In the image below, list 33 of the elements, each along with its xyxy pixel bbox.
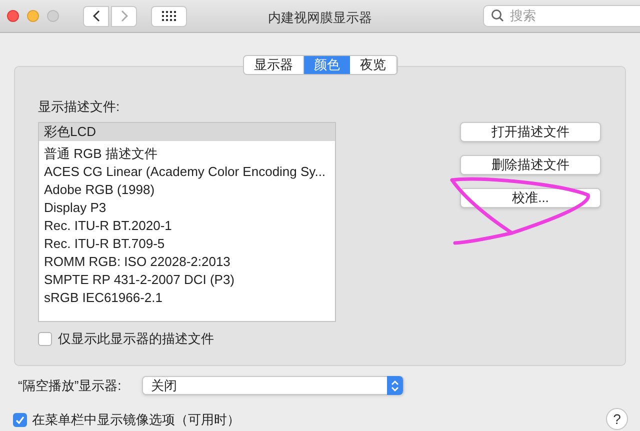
window-title: 内建视网膜显示器 <box>267 9 373 27</box>
help-button[interactable]: ? <box>606 408 628 430</box>
search-icon <box>491 9 504 22</box>
minimize-button[interactable] <box>27 10 39 22</box>
airplay-label: “隔空播放”显示器: <box>18 377 122 395</box>
profile-item[interactable]: Adobe RGB (1998) <box>39 181 335 199</box>
search-field[interactable]: 搜索 <box>483 4 640 26</box>
tab[interactable]: 颜色 <box>304 56 350 74</box>
profile-item[interactable]: ACES CG Linear (Academy Color Encoding Sy... <box>39 163 335 181</box>
checkbox-label: 仅显示此显示器的描述文件 <box>58 330 214 348</box>
close-button[interactable] <box>7 10 19 22</box>
grid-icon <box>162 11 176 21</box>
checkbox-label: 在菜单栏中显示镜像选项（可用时） <box>32 411 240 429</box>
airplay-popup[interactable]: 关闭 <box>142 376 404 396</box>
show-all-button[interactable] <box>151 6 187 26</box>
action-button[interactable]: 删除描述文件 <box>460 155 601 175</box>
action-button[interactable]: 校准... <box>460 188 601 208</box>
action-button[interactable]: 打开描述文件 <box>460 122 601 142</box>
profile-item[interactable]: sRGB IEC61966-2.1 <box>39 289 335 307</box>
profile-item[interactable]: ROMM RGB: ISO 22028-2:2013 <box>39 253 335 271</box>
chevron-left-icon <box>92 10 100 22</box>
profile-item[interactable]: Rec. ITU-R BT.2020-1 <box>39 217 335 235</box>
checkbox[interactable] <box>38 332 52 346</box>
back-button[interactable] <box>83 6 109 26</box>
checkbox[interactable] <box>13 412 27 427</box>
profile-item[interactable]: 彩色LCD <box>39 123 335 141</box>
chevron-right-icon <box>120 10 128 22</box>
profiles-label: 显示描述文件: <box>38 98 121 116</box>
profile-item[interactable]: SMPTE RP 431-2-2007 DCI (P3) <box>39 271 335 289</box>
stepper-icon <box>387 376 403 396</box>
profile-item[interactable]: Rec. ITU-R BT.709-5 <box>39 235 335 253</box>
profile-item[interactable]: 普通 RGB 描述文件 <box>39 145 335 163</box>
profile-item[interactable]: Display P3 <box>39 199 335 217</box>
